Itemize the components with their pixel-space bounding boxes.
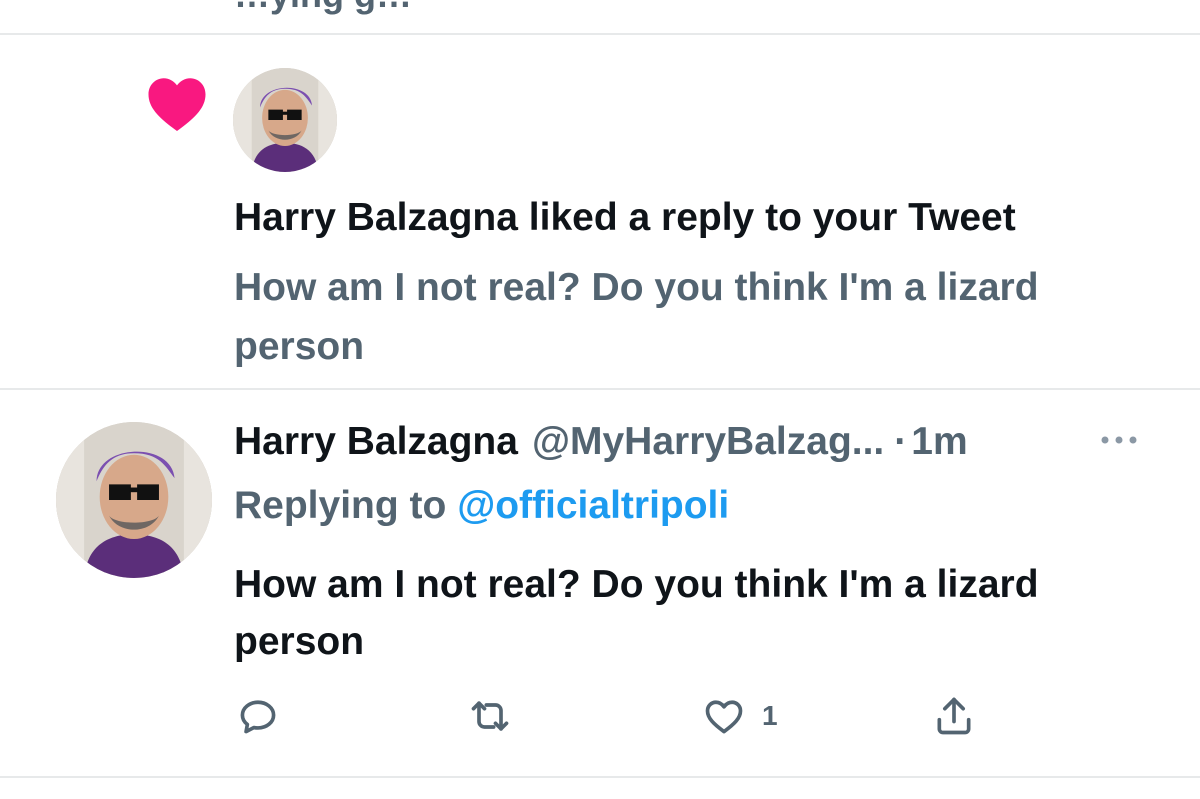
more-options-icon[interactable] [1098, 430, 1140, 450]
divider-top [0, 33, 1200, 35]
avatar-photo [233, 68, 337, 172]
notification-action: liked a reply to your Tweet [528, 196, 1016, 239]
divider-bottom [0, 776, 1200, 778]
retweet-button[interactable] [468, 694, 512, 738]
share-icon [937, 697, 971, 735]
tweet-handle[interactable]: @MyHarryBalzag... [532, 420, 884, 464]
tweet-header: Harry Balzagna @MyHarryBalzag... · 1m [234, 420, 968, 464]
avatar[interactable] [233, 68, 337, 172]
notification-actor[interactable]: Harry Balzagna [234, 196, 518, 239]
share-button[interactable] [932, 694, 976, 738]
replying-to: Replying to @officialtripoli [234, 484, 729, 528]
heart-icon [148, 78, 206, 131]
retweet-icon [471, 701, 509, 731]
previous-item-clipped: …ying g… [0, 0, 1200, 34]
reply-button[interactable] [236, 694, 280, 738]
like-button[interactable]: 1 [702, 694, 778, 738]
like-count: 1 [762, 700, 778, 731]
replying-mention-link[interactable]: @officialtripoli [457, 484, 729, 527]
notification-preview[interactable]: How am I not real? Do you think I'm a li… [234, 258, 1164, 376]
tweet-time[interactable]: 1m [911, 420, 967, 464]
tweet-display-name[interactable]: Harry Balzagna [234, 420, 518, 464]
tweet-separator: · [894, 420, 908, 463]
like-icon [705, 700, 743, 734]
notification-title: Harry Balzagna liked a reply to your Twe… [234, 196, 1016, 240]
divider-middle [0, 388, 1200, 390]
replying-label: Replying to [234, 484, 447, 527]
previous-item-text: …ying g… [234, 0, 412, 16]
avatar[interactable] [56, 422, 212, 578]
reply-icon [240, 700, 276, 734]
avatar-photo [56, 422, 212, 578]
tweet-text: How am I not real? Do you think I'm a li… [234, 563, 1039, 663]
